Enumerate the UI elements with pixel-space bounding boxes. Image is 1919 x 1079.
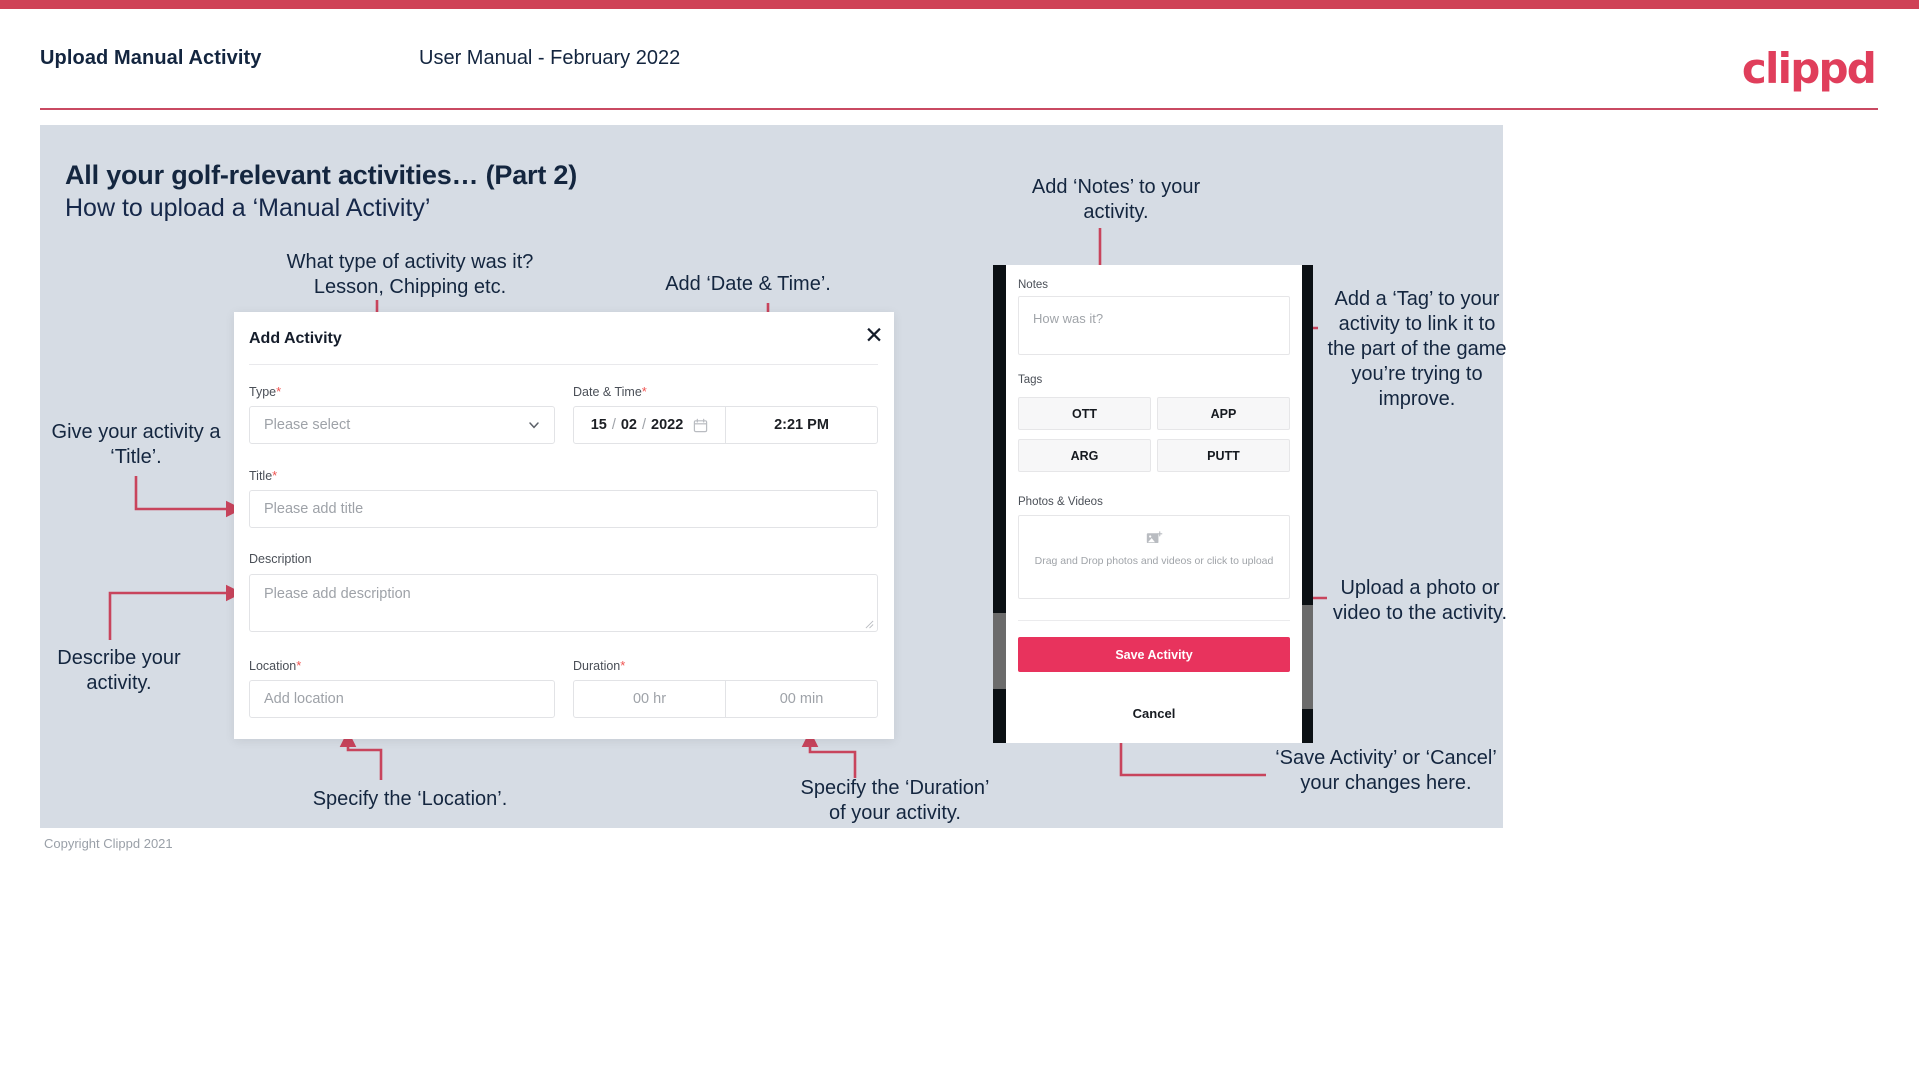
clippd-logo: clippd [1741,44,1877,93]
page-header: Upload Manual Activity User Manual - Feb… [0,9,1919,125]
date-day: 15 [590,417,607,433]
duration-hours-input[interactable]: 00 hr [574,681,726,717]
tag-button-arg[interactable]: ARG [1018,439,1151,472]
description-field-label: Description [249,552,312,566]
page-title: Upload Manual Activity [40,47,262,69]
date-month: 02 [620,417,637,433]
annotation-save-cancel: ‘Save Activity’ or ‘Cancel’ your changes… [1275,747,1497,794]
dropzone-text: Drag and Drop photos and videos or click… [1034,555,1274,567]
phone-divider [1018,620,1290,621]
datetime-label-text: Date & Time [573,385,642,399]
phone-button-left [993,613,1007,689]
annotation-duration: Specify the ‘Duration’ of your activity. [800,777,990,824]
chevron-down-icon [529,422,539,429]
datetime-field-group: 15 / 02 / 2022 2:21 PM [573,406,878,444]
photos-videos-label: Photos & Videos [1018,496,1103,508]
duration-minutes-input[interactable]: 00 min [726,681,877,717]
duration-field-group: 00 hr 00 min [573,680,878,718]
date-separator-1: / [611,417,616,433]
annotation-title: Give your activity a ‘Title’. [51,421,221,468]
duration-field-label: Duration* [573,658,625,673]
add-image-icon [1146,531,1163,543]
slide-headline: All your golf-relevant activities… (Part… [65,160,578,190]
title-input[interactable]: Please add title [249,490,878,528]
date-separator-2: / [642,417,647,433]
title-placeholder: Please add title [264,501,364,517]
resize-handle-icon[interactable] [865,620,874,629]
notes-label: Notes [1018,279,1049,291]
tag-button-app[interactable]: APP [1157,397,1290,430]
duration-minutes-placeholder: 00 min [779,691,824,707]
header-subtitle: User Manual - February 2022 [419,47,681,69]
location-field-label: Location* [249,658,301,673]
modal-title: Add Activity [249,330,342,347]
save-activity-button[interactable]: Save Activity [1018,637,1290,672]
annotation-datetime: Add ‘Date & Time’. [665,273,831,295]
duration-label-text: Duration [573,659,621,673]
modal-header-divider [249,364,878,365]
calendar-icon[interactable] [693,418,708,433]
tag-button-ott[interactable]: OTT [1018,397,1151,430]
title-required-marker: * [272,468,278,483]
location-input[interactable]: Add location [249,680,555,718]
location-required-marker: * [296,658,302,673]
description-textarea[interactable]: Please add description [249,574,878,632]
datetime-required-marker: * [641,384,647,399]
close-icon[interactable]: ✕ [862,324,886,348]
copyright-text: Copyright Clippd 2021 [44,836,173,851]
annotation-upload: Upload a photo or video to the activity. [1332,577,1508,624]
location-placeholder: Add location [264,691,344,707]
duration-hours-placeholder: 00 hr [632,691,667,707]
annotation-location: Specify the ‘Location’. [312,788,508,810]
top-accent-bar [0,0,1919,9]
date-input[interactable]: 15 / 02 / 2022 [574,407,726,443]
time-value: 2:21 PM [774,417,829,433]
date-year: 2022 [651,417,684,433]
title-field-label: Title* [249,468,277,483]
annotation-type: What type of activity was it? Lesson, Ch… [286,251,534,298]
tags-label: Tags [1018,374,1043,386]
description-placeholder: Please add description [264,586,411,602]
time-input[interactable]: 2:21 PM [726,407,877,443]
cancel-button[interactable]: Cancel [1018,700,1290,726]
duration-required-marker: * [620,658,626,673]
type-select[interactable]: Please select [249,406,555,444]
title-label-text: Title [249,469,273,483]
datetime-field-label: Date & Time* [573,384,647,399]
annotation-description: Describe your activity. [57,647,181,694]
header-divider [40,108,1878,110]
type-field-label: Type* [249,384,281,399]
type-placeholder: Please select [264,417,351,433]
slide-subheadline: How to upload a ‘Manual Activity’ [65,194,431,222]
type-label-text: Type [249,385,277,399]
tag-button-putt[interactable]: PUTT [1157,439,1290,472]
description-label-text: Description [249,552,312,566]
location-label-text: Location [249,659,297,673]
annotation-tag: Add a ‘Tag’ to your activity to link it … [1327,288,1507,410]
notes-placeholder: How was it? [1033,311,1104,326]
annotation-notes: Add ‘Notes’ to your activity. [1031,176,1201,223]
type-required-marker: * [276,384,282,399]
